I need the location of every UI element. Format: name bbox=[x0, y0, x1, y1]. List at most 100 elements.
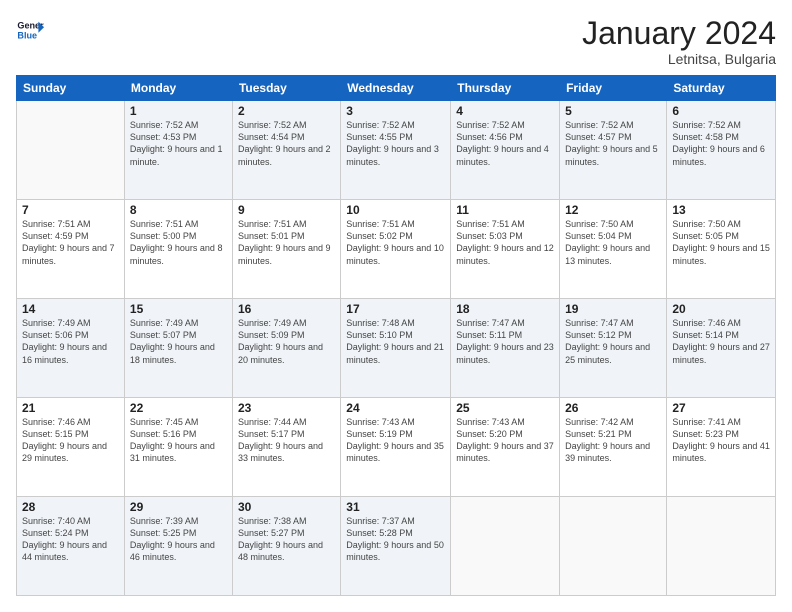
svg-text:Blue: Blue bbox=[17, 30, 37, 40]
table-row: 10Sunrise: 7:51 AM Sunset: 5:02 PM Dayli… bbox=[341, 200, 451, 299]
calendar-week-row: 28Sunrise: 7:40 AM Sunset: 5:24 PM Dayli… bbox=[17, 497, 776, 596]
table-row: 8Sunrise: 7:51 AM Sunset: 5:00 PM Daylig… bbox=[124, 200, 232, 299]
day-number: 7 bbox=[22, 203, 119, 217]
table-row: 22Sunrise: 7:45 AM Sunset: 5:16 PM Dayli… bbox=[124, 398, 232, 497]
day-info: Sunrise: 7:52 AM Sunset: 4:58 PM Dayligh… bbox=[672, 119, 770, 168]
page: General Blue January 2024 Letnitsa, Bulg… bbox=[0, 0, 792, 612]
table-row: 1Sunrise: 7:52 AM Sunset: 4:53 PM Daylig… bbox=[124, 101, 232, 200]
header-saturday: Saturday bbox=[667, 76, 776, 101]
table-row: 18Sunrise: 7:47 AM Sunset: 5:11 PM Dayli… bbox=[451, 299, 560, 398]
header-thursday: Thursday bbox=[451, 76, 560, 101]
weekday-header-row: Sunday Monday Tuesday Wednesday Thursday… bbox=[17, 76, 776, 101]
day-number: 15 bbox=[130, 302, 227, 316]
day-number: 11 bbox=[456, 203, 554, 217]
table-row: 15Sunrise: 7:49 AM Sunset: 5:07 PM Dayli… bbox=[124, 299, 232, 398]
day-number: 16 bbox=[238, 302, 335, 316]
table-row bbox=[667, 497, 776, 596]
day-info: Sunrise: 7:52 AM Sunset: 4:54 PM Dayligh… bbox=[238, 119, 335, 168]
table-row: 23Sunrise: 7:44 AM Sunset: 5:17 PM Dayli… bbox=[232, 398, 340, 497]
day-number: 19 bbox=[565, 302, 661, 316]
day-number: 13 bbox=[672, 203, 770, 217]
day-number: 28 bbox=[22, 500, 119, 514]
day-info: Sunrise: 7:46 AM Sunset: 5:15 PM Dayligh… bbox=[22, 416, 119, 465]
table-row: 25Sunrise: 7:43 AM Sunset: 5:20 PM Dayli… bbox=[451, 398, 560, 497]
table-row: 28Sunrise: 7:40 AM Sunset: 5:24 PM Dayli… bbox=[17, 497, 125, 596]
table-row: 24Sunrise: 7:43 AM Sunset: 5:19 PM Dayli… bbox=[341, 398, 451, 497]
day-info: Sunrise: 7:41 AM Sunset: 5:23 PM Dayligh… bbox=[672, 416, 770, 465]
table-row: 17Sunrise: 7:48 AM Sunset: 5:10 PM Dayli… bbox=[341, 299, 451, 398]
day-info: Sunrise: 7:43 AM Sunset: 5:19 PM Dayligh… bbox=[346, 416, 445, 465]
calendar-week-row: 14Sunrise: 7:49 AM Sunset: 5:06 PM Dayli… bbox=[17, 299, 776, 398]
table-row: 19Sunrise: 7:47 AM Sunset: 5:12 PM Dayli… bbox=[560, 299, 667, 398]
day-number: 31 bbox=[346, 500, 445, 514]
day-number: 18 bbox=[456, 302, 554, 316]
day-info: Sunrise: 7:46 AM Sunset: 5:14 PM Dayligh… bbox=[672, 317, 770, 366]
table-row: 21Sunrise: 7:46 AM Sunset: 5:15 PM Dayli… bbox=[17, 398, 125, 497]
calendar-week-row: 1Sunrise: 7:52 AM Sunset: 4:53 PM Daylig… bbox=[17, 101, 776, 200]
day-info: Sunrise: 7:49 AM Sunset: 5:07 PM Dayligh… bbox=[130, 317, 227, 366]
day-info: Sunrise: 7:51 AM Sunset: 4:59 PM Dayligh… bbox=[22, 218, 119, 267]
header-tuesday: Tuesday bbox=[232, 76, 340, 101]
day-info: Sunrise: 7:51 AM Sunset: 5:00 PM Dayligh… bbox=[130, 218, 227, 267]
day-info: Sunrise: 7:37 AM Sunset: 5:28 PM Dayligh… bbox=[346, 515, 445, 564]
day-number: 4 bbox=[456, 104, 554, 118]
header-wednesday: Wednesday bbox=[341, 76, 451, 101]
day-number: 20 bbox=[672, 302, 770, 316]
day-number: 30 bbox=[238, 500, 335, 514]
day-info: Sunrise: 7:52 AM Sunset: 4:56 PM Dayligh… bbox=[456, 119, 554, 168]
table-row: 31Sunrise: 7:37 AM Sunset: 5:28 PM Dayli… bbox=[341, 497, 451, 596]
day-info: Sunrise: 7:51 AM Sunset: 5:02 PM Dayligh… bbox=[346, 218, 445, 267]
day-info: Sunrise: 7:47 AM Sunset: 5:11 PM Dayligh… bbox=[456, 317, 554, 366]
table-row: 13Sunrise: 7:50 AM Sunset: 5:05 PM Dayli… bbox=[667, 200, 776, 299]
logo: General Blue bbox=[16, 16, 44, 44]
table-row: 9Sunrise: 7:51 AM Sunset: 5:01 PM Daylig… bbox=[232, 200, 340, 299]
day-info: Sunrise: 7:51 AM Sunset: 5:01 PM Dayligh… bbox=[238, 218, 335, 267]
calendar-table: Sunday Monday Tuesday Wednesday Thursday… bbox=[16, 75, 776, 596]
header-friday: Friday bbox=[560, 76, 667, 101]
day-info: Sunrise: 7:51 AM Sunset: 5:03 PM Dayligh… bbox=[456, 218, 554, 267]
table-row: 20Sunrise: 7:46 AM Sunset: 5:14 PM Dayli… bbox=[667, 299, 776, 398]
day-number: 5 bbox=[565, 104, 661, 118]
day-info: Sunrise: 7:49 AM Sunset: 5:09 PM Dayligh… bbox=[238, 317, 335, 366]
day-info: Sunrise: 7:44 AM Sunset: 5:17 PM Dayligh… bbox=[238, 416, 335, 465]
day-info: Sunrise: 7:48 AM Sunset: 5:10 PM Dayligh… bbox=[346, 317, 445, 366]
day-info: Sunrise: 7:52 AM Sunset: 4:55 PM Dayligh… bbox=[346, 119, 445, 168]
table-row: 30Sunrise: 7:38 AM Sunset: 5:27 PM Dayli… bbox=[232, 497, 340, 596]
table-row: 7Sunrise: 7:51 AM Sunset: 4:59 PM Daylig… bbox=[17, 200, 125, 299]
table-row: 12Sunrise: 7:50 AM Sunset: 5:04 PM Dayli… bbox=[560, 200, 667, 299]
day-number: 10 bbox=[346, 203, 445, 217]
day-number: 14 bbox=[22, 302, 119, 316]
day-number: 25 bbox=[456, 401, 554, 415]
day-number: 21 bbox=[22, 401, 119, 415]
table-row bbox=[560, 497, 667, 596]
header: General Blue January 2024 Letnitsa, Bulg… bbox=[16, 16, 776, 67]
table-row: 6Sunrise: 7:52 AM Sunset: 4:58 PM Daylig… bbox=[667, 101, 776, 200]
day-info: Sunrise: 7:50 AM Sunset: 5:04 PM Dayligh… bbox=[565, 218, 661, 267]
day-number: 12 bbox=[565, 203, 661, 217]
day-info: Sunrise: 7:50 AM Sunset: 5:05 PM Dayligh… bbox=[672, 218, 770, 267]
table-row: 5Sunrise: 7:52 AM Sunset: 4:57 PM Daylig… bbox=[560, 101, 667, 200]
header-sunday: Sunday bbox=[17, 76, 125, 101]
day-number: 2 bbox=[238, 104, 335, 118]
table-row: 11Sunrise: 7:51 AM Sunset: 5:03 PM Dayli… bbox=[451, 200, 560, 299]
table-row: 4Sunrise: 7:52 AM Sunset: 4:56 PM Daylig… bbox=[451, 101, 560, 200]
location: Letnitsa, Bulgaria bbox=[582, 51, 776, 67]
day-info: Sunrise: 7:52 AM Sunset: 4:57 PM Dayligh… bbox=[565, 119, 661, 168]
table-row: 3Sunrise: 7:52 AM Sunset: 4:55 PM Daylig… bbox=[341, 101, 451, 200]
day-number: 17 bbox=[346, 302, 445, 316]
table-row bbox=[17, 101, 125, 200]
day-info: Sunrise: 7:43 AM Sunset: 5:20 PM Dayligh… bbox=[456, 416, 554, 465]
day-number: 22 bbox=[130, 401, 227, 415]
header-monday: Monday bbox=[124, 76, 232, 101]
day-info: Sunrise: 7:39 AM Sunset: 5:25 PM Dayligh… bbox=[130, 515, 227, 564]
day-number: 23 bbox=[238, 401, 335, 415]
day-number: 3 bbox=[346, 104, 445, 118]
day-number: 29 bbox=[130, 500, 227, 514]
calendar-week-row: 7Sunrise: 7:51 AM Sunset: 4:59 PM Daylig… bbox=[17, 200, 776, 299]
title-section: January 2024 Letnitsa, Bulgaria bbox=[582, 16, 776, 67]
day-info: Sunrise: 7:38 AM Sunset: 5:27 PM Dayligh… bbox=[238, 515, 335, 564]
calendar-week-row: 21Sunrise: 7:46 AM Sunset: 5:15 PM Dayli… bbox=[17, 398, 776, 497]
day-number: 8 bbox=[130, 203, 227, 217]
month-title: January 2024 bbox=[582, 16, 776, 51]
table-row: 27Sunrise: 7:41 AM Sunset: 5:23 PM Dayli… bbox=[667, 398, 776, 497]
